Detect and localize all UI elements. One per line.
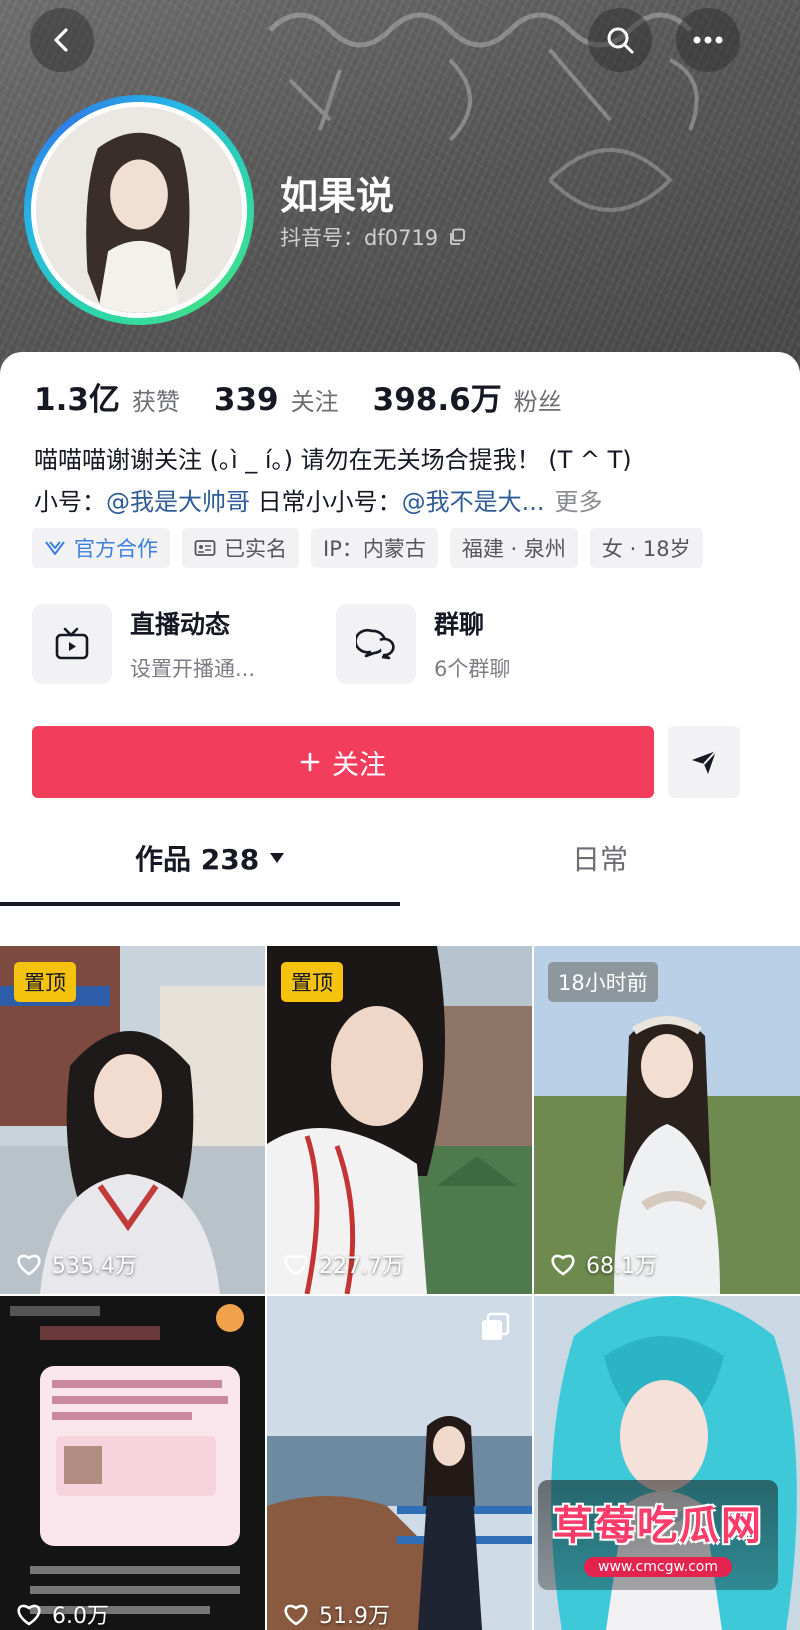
follow-button[interactable]: 关注	[32, 726, 654, 798]
bio-line-2: 小号：@我是大帅哥 日常小小号：@我不是大... 更多	[34, 482, 603, 517]
tag-location: 福建 · 泉州	[449, 528, 578, 568]
copy-icon[interactable]	[448, 228, 466, 246]
stat-likes-label: 获赞	[131, 388, 180, 416]
plus-icon	[300, 752, 320, 772]
feature-subtitle: 6个群聊	[434, 657, 511, 681]
video-likes-count: 227.7万	[319, 1254, 404, 1279]
content-tabs: 作品 238 日常	[0, 838, 800, 908]
video-thumbnail[interactable]: 6.0万	[0, 1296, 265, 1630]
stat-likes-value: 1.3亿	[34, 382, 120, 418]
avatar[interactable]	[24, 95, 254, 325]
mention-link-2[interactable]: @我不是大...	[402, 488, 545, 516]
stat-followers-value: 398.6万	[372, 382, 502, 418]
tab-works-label: 作品 238	[135, 843, 260, 876]
avatar-frame	[31, 102, 247, 318]
post-time-badge: 18小时前	[548, 962, 658, 1002]
tag-label: IP：内蒙古	[323, 537, 426, 561]
profile-nickname: 如果说	[280, 174, 395, 218]
video-thumbnail[interactable]: 置顶 535.4万	[0, 946, 265, 1294]
stat-following-label: 关注	[290, 388, 339, 416]
douyin-id[interactable]: 抖音号：df0719	[280, 222, 466, 252]
stat-followers-label: 粉丝	[513, 388, 562, 416]
feature-icon-box	[336, 604, 416, 684]
video-thumbnail[interactable]: 置顶 227.7万	[267, 946, 532, 1294]
feature-text: 直播动态 设置开播通...	[130, 605, 255, 683]
heart-icon	[17, 1254, 41, 1276]
tag-official-partner[interactable]: 官方合作	[32, 528, 170, 568]
watermark-url: www.cmcgw.com	[584, 1557, 732, 1577]
bio-daily-account-label: 日常小小号：	[250, 488, 402, 516]
back-icon	[54, 28, 68, 52]
search-icon	[607, 27, 634, 54]
video-thumbnail[interactable]: 18小时前 68.1万	[534, 946, 800, 1294]
bio-more-link[interactable]: 更多	[555, 488, 603, 516]
feature-subtitle: 设置开播通...	[130, 657, 256, 681]
back-button[interactable]	[30, 8, 94, 72]
bio-line-1: 喵喵喵谢谢关注 (｡ì _ í｡) 请勿在无关场合提我！ (T ^ T)	[34, 446, 632, 474]
heart-icon	[284, 1254, 308, 1276]
video-cover	[267, 1296, 532, 1630]
video-likes-count: 6.0万	[52, 1604, 109, 1629]
stat-likes[interactable]: 1.3亿 获赞	[34, 374, 180, 419]
heart-icon	[551, 1254, 575, 1276]
profile-tags: 官方合作 已实名 IP：内蒙古 福建 · 泉州 女 · 18岁	[32, 528, 703, 568]
site-watermark: 草莓吃瓜网 www.cmcgw.com	[538, 1480, 778, 1590]
more-button[interactable]	[676, 8, 740, 72]
tab-daily-label: 日常	[572, 843, 629, 876]
avatar-photo	[36, 107, 242, 313]
search-button[interactable]	[588, 8, 652, 72]
profile-header: 如果说 抖音号：df0719	[0, 0, 800, 380]
stat-following-value: 339	[213, 382, 279, 418]
bio-alt-account-label: 小号：	[34, 488, 106, 516]
pinned-badge: 置顶	[281, 962, 343, 1002]
id-card-icon	[194, 540, 216, 556]
tab-works[interactable]: 作品 238	[135, 838, 285, 878]
video-likes-count: 535.4万	[52, 1254, 137, 1279]
video-likes: 51.9万	[283, 1598, 390, 1630]
avatar-illustration	[36, 107, 242, 313]
heart-icon	[17, 1604, 41, 1626]
video-likes-count: 51.9万	[319, 1604, 390, 1629]
feature-text: 群聊 6个群聊	[434, 605, 510, 683]
group-chat-icon	[356, 628, 395, 660]
group-chat-entry[interactable]: 群聊 6个群聊	[336, 604, 510, 684]
tv-icon	[55, 627, 89, 660]
tab-daily[interactable]: 日常	[572, 838, 628, 878]
share-button[interactable]	[668, 726, 740, 798]
official-icon	[45, 541, 65, 555]
watermark-title: 草莓吃瓜网	[553, 1503, 763, 1549]
multi-image-icon	[482, 1312, 510, 1340]
pinned-badge: 置顶	[14, 962, 76, 1002]
active-tab-indicator	[0, 902, 400, 906]
tag-gender-age: 女 · 18岁	[589, 528, 703, 568]
douyin-id-text: 抖音号：df0719	[280, 226, 439, 250]
stats-row: 1.3亿 获赞 339 关注 398.6万 粉丝	[34, 374, 562, 419]
video-thumbnail[interactable]: 51.9万	[267, 1296, 532, 1630]
tag-ip-location: IP：内蒙古	[311, 528, 438, 568]
send-icon	[692, 750, 717, 774]
tag-label: 福建 · 泉州	[461, 537, 566, 561]
stat-following[interactable]: 339 关注	[214, 382, 339, 418]
video-likes: 6.0万	[16, 1598, 109, 1630]
video-cover	[0, 1296, 265, 1630]
feature-title: 群聊	[434, 610, 485, 639]
heart-icon	[284, 1604, 308, 1626]
follow-button-label: 关注	[332, 749, 386, 781]
tag-label: 女 · 18岁	[601, 537, 691, 561]
video-likes-count: 68.1万	[586, 1254, 657, 1279]
video-likes: 227.7万	[283, 1248, 404, 1280]
caret-down-icon	[270, 853, 285, 863]
mention-link-1[interactable]: @我是大帅哥	[106, 488, 250, 516]
live-status-entry[interactable]: 直播动态 设置开播通...	[32, 604, 255, 684]
tag-verified: 已实名	[182, 528, 299, 568]
video-likes: 535.4万	[16, 1248, 137, 1280]
more-icon	[693, 36, 723, 44]
stat-followers[interactable]: 398.6万 粉丝	[373, 374, 562, 419]
feature-icon-box	[32, 604, 112, 684]
tag-label: 已实名	[224, 537, 287, 561]
video-likes: 68.1万	[550, 1248, 657, 1280]
feature-title: 直播动态	[130, 610, 231, 639]
tag-label: 官方合作	[74, 537, 158, 561]
